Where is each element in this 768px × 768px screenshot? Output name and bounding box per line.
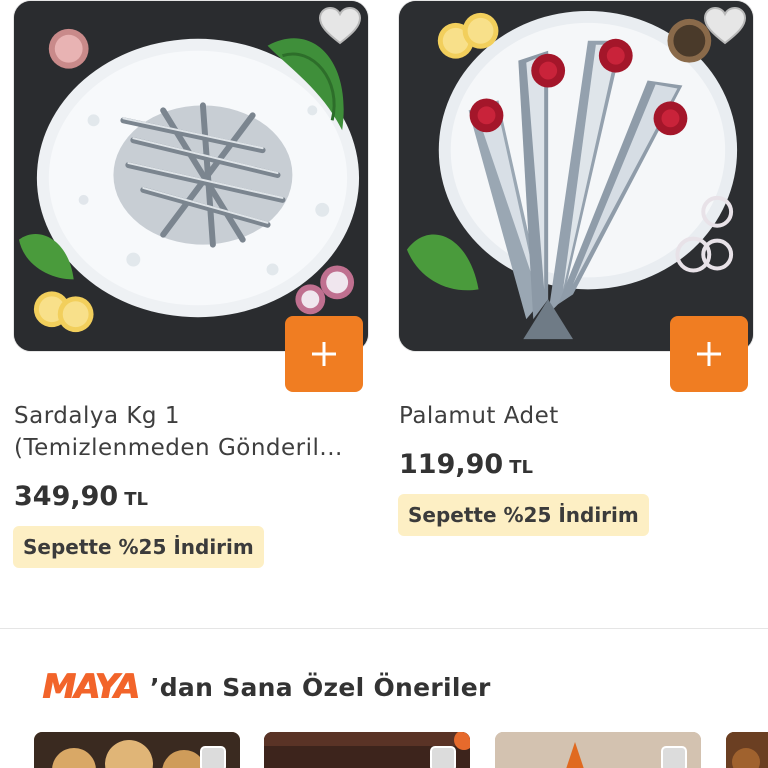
favorite-button[interactable] xyxy=(661,746,687,768)
price-value: 119,90 xyxy=(399,449,504,480)
plus-icon xyxy=(312,342,336,366)
recommendation-card[interactable] xyxy=(495,732,701,768)
product-title[interactable]: Palamut Adet xyxy=(399,400,759,432)
recommendation-card[interactable] xyxy=(264,732,470,768)
add-to-cart-button[interactable] xyxy=(670,316,748,392)
favorite-button[interactable] xyxy=(200,746,226,768)
product-title-line-1: Sardalya Kg 1 xyxy=(14,403,180,429)
section-divider xyxy=(0,628,768,629)
product-image[interactable] xyxy=(13,0,369,352)
product-title[interactable]: Sardalya Kg 1 (Temizlenmeden Gönderil... xyxy=(14,400,374,464)
sardine-on-ice-image xyxy=(14,1,368,351)
heart-icon xyxy=(703,6,747,45)
bonito-on-ice-image xyxy=(399,1,753,351)
favorite-button[interactable] xyxy=(317,6,363,46)
product-title-line-2: (Temizlenmeden Gönderil... xyxy=(14,435,343,461)
favorite-button[interactable] xyxy=(702,6,748,46)
favorite-button[interactable] xyxy=(430,746,456,768)
heart-icon xyxy=(318,6,362,45)
price-value: 349,90 xyxy=(14,481,119,512)
product-card[interactable]: Palamut Adet 119,90 TL Sepette %25 İndiri… xyxy=(398,0,754,600)
product-image xyxy=(726,732,768,768)
product-title-line-1: Palamut Adet xyxy=(399,403,559,429)
recommendation-card[interactable] xyxy=(34,732,240,768)
price-currency: TL xyxy=(124,489,148,510)
price-currency: TL xyxy=(509,457,533,478)
recommendations-header: MAYA ’dan Sana Özel Öneriler xyxy=(42,666,491,708)
plus-icon xyxy=(697,342,721,366)
product-price: 119,90 TL xyxy=(399,448,533,485)
maya-logo: MAYA xyxy=(42,667,140,707)
promo-badge: Sepette %25 İndirim xyxy=(398,494,649,536)
promo-badge: Sepette %25 İndirim xyxy=(13,526,264,568)
recommendation-card[interactable] xyxy=(726,732,768,768)
product-image[interactable] xyxy=(398,0,754,352)
add-to-cart-button[interactable] xyxy=(285,316,363,392)
product-card[interactable]: Sardalya Kg 1 (Temizlenmeden Gönderil...… xyxy=(13,0,369,600)
recommendations-title: ’dan Sana Özel Öneriler xyxy=(149,672,491,702)
product-price: 349,90 TL xyxy=(14,480,148,517)
